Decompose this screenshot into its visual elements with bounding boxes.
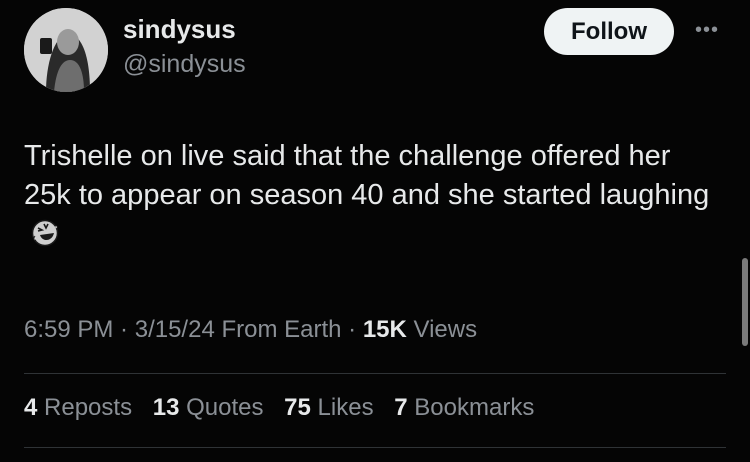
views-count: 15K <box>362 316 407 343</box>
reposts-stat[interactable]: 4 Reposts <box>24 394 132 421</box>
scrollbar[interactable] <box>742 258 748 346</box>
tweet-date[interactable]: 3/15/24 <box>135 316 215 343</box>
bookmarks-stat[interactable]: 7 Bookmarks <box>394 394 534 421</box>
more-horizontal-icon[interactable]: ••• <box>693 20 721 40</box>
likes-label: Likes <box>310 394 374 421</box>
meta-separator: · <box>113 316 135 343</box>
tweet-detail: sindysus @sindysus Follow ••• Trishelle … <box>0 0 750 462</box>
meta-separator: · <box>341 316 363 343</box>
tweet-time[interactable]: 6:59 PM <box>24 316 113 343</box>
tweet-meta: 6:59 PM · 3/15/24 From Earth · 15K Views <box>24 316 477 344</box>
reposts-count: 4 <box>24 394 38 421</box>
display-name[interactable]: sindysus <box>123 14 236 45</box>
engagement-stats: 4 Reposts 13 Quotes 75 Likes 7 Bookmarks <box>24 394 548 422</box>
avatar-photo <box>24 8 108 92</box>
likes-count: 75 <box>284 394 311 421</box>
reposts-label: Reposts <box>37 394 133 421</box>
tweet-source: From Earth <box>214 316 342 343</box>
user-handle[interactable]: @sindysus <box>123 50 246 79</box>
quotes-label: Quotes <box>179 394 264 421</box>
quotes-count: 13 <box>152 394 180 421</box>
follow-button[interactable]: Follow <box>544 8 674 55</box>
divider <box>24 447 726 448</box>
views-label: Views <box>406 316 478 343</box>
rolling-on-floor-laughing-icon <box>31 219 59 247</box>
tweet-text: Trishelle on live said that the challeng… <box>24 137 724 254</box>
bookmarks-count: 7 <box>394 394 408 421</box>
avatar[interactable] <box>24 8 108 92</box>
likes-stat[interactable]: 75 Likes <box>284 394 373 421</box>
bookmarks-label: Bookmarks <box>407 394 535 421</box>
divider <box>24 373 726 374</box>
quotes-stat[interactable]: 13 Quotes <box>153 394 264 421</box>
tweet-body: Trishelle on live said that the challeng… <box>24 140 710 211</box>
